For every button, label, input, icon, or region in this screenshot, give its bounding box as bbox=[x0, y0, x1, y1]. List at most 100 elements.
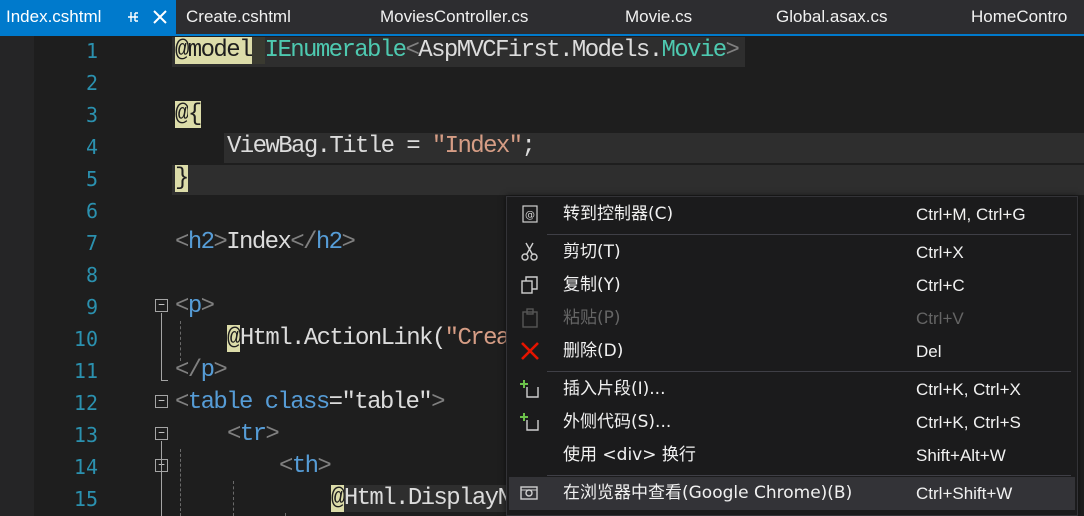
menu-separator bbox=[547, 371, 1071, 372]
delimiter: > bbox=[431, 389, 445, 416]
menu-item-label: 删除(D) bbox=[563, 341, 624, 361]
indent-guide bbox=[233, 481, 234, 516]
code-line-5: } bbox=[175, 163, 189, 195]
tab-label: HomeContro bbox=[971, 7, 1068, 26]
line-number: 3 bbox=[85, 103, 98, 127]
menu-item-shortcut: Ctrl+V bbox=[916, 309, 964, 328]
menu-separator bbox=[547, 475, 1071, 476]
surround-with-icon bbox=[519, 411, 541, 433]
menu-item-label: 剪切(T) bbox=[563, 242, 621, 262]
line-number: 10 bbox=[73, 327, 98, 351]
identifier: ViewBag.Title bbox=[227, 133, 395, 160]
indent-guide bbox=[180, 449, 181, 516]
tab-movie-cs[interactable]: Movie.cs bbox=[619, 0, 692, 34]
context-menu: @ 转到控制器(C) Ctrl+M, Ctrl+G 剪切(T) Ctrl+X 复… bbox=[506, 196, 1078, 516]
outline-line bbox=[161, 441, 162, 516]
delimiter: < bbox=[405, 37, 419, 64]
tab-create-cshtml[interactable]: Create.cshtml bbox=[180, 0, 291, 34]
line-number: 9 bbox=[85, 295, 98, 319]
method-call: Html.ActionLink( bbox=[239, 325, 446, 352]
menu-item-view-in-browser[interactable]: 在浏览器中查看(Google Chrome)(B) Ctrl+Shift+W bbox=[509, 477, 1075, 510]
pin-icon[interactable] bbox=[126, 0, 140, 34]
goto-controller-icon: @ bbox=[519, 203, 541, 225]
menu-item-cut[interactable]: 剪切(T) Ctrl+X bbox=[509, 236, 1075, 269]
line-number: 4 bbox=[85, 135, 98, 159]
menu-item-label: 转到控制器(C) bbox=[563, 204, 674, 224]
html-tag: h2 bbox=[187, 229, 215, 256]
tab-movies-controller[interactable]: MoviesController.cs bbox=[374, 0, 528, 34]
code-line-4: ViewBag.Title = "Index"; bbox=[227, 131, 536, 163]
paste-icon bbox=[519, 307, 541, 329]
razor-brace: { bbox=[187, 101, 202, 128]
svg-text:@: @ bbox=[525, 210, 535, 221]
menu-item-label: 复制(Y) bbox=[563, 275, 621, 295]
menu-item-label: 外侧代码(S)... bbox=[563, 412, 672, 432]
collapse-toggle[interactable]: − bbox=[155, 427, 168, 440]
text-content: Index bbox=[226, 229, 292, 256]
type-name: IEnumerable bbox=[264, 37, 407, 64]
html-tag: h2 bbox=[315, 229, 343, 256]
menu-item-shortcut: Ctrl+M, Ctrl+G bbox=[916, 205, 1026, 224]
delimiter: > bbox=[213, 357, 227, 384]
delimiter: < bbox=[227, 421, 241, 448]
tab-home-controller[interactable]: HomeContro bbox=[965, 0, 1067, 34]
html-tag: p bbox=[200, 357, 215, 384]
delimiter: > bbox=[213, 229, 227, 256]
close-icon[interactable] bbox=[152, 0, 168, 34]
menu-item-wrap-with-div[interactable]: 使用 <div> 换行 Shift+Alt+W bbox=[509, 439, 1075, 472]
tab-index-cshtml[interactable]: Index.cshtml bbox=[0, 0, 176, 34]
collapse-toggle[interactable]: − bbox=[155, 395, 168, 408]
razor-block-highlight bbox=[172, 165, 1084, 195]
delimiter: < bbox=[175, 229, 189, 256]
code-line-11: </p> bbox=[175, 355, 228, 387]
tab-global-asax[interactable]: Global.asax.cs bbox=[770, 0, 888, 34]
html-tag: p bbox=[187, 293, 202, 320]
copy-icon bbox=[519, 274, 541, 296]
tab-label: Movie.cs bbox=[625, 7, 693, 26]
razor-brace: } bbox=[175, 165, 189, 192]
method-call: Html.DisplayN bbox=[343, 485, 512, 512]
menu-item-label: 粘贴(P) bbox=[563, 308, 621, 328]
namespace: AspMVCFirst.Models. bbox=[418, 37, 663, 64]
code-line-15: @Html.DisplayN bbox=[331, 483, 512, 515]
indicator-margin bbox=[0, 36, 34, 516]
menu-item-insert-snippet[interactable]: 插入片段(I)... Ctrl+K, Ctrl+X bbox=[509, 373, 1075, 406]
delimiter: > bbox=[725, 37, 740, 64]
menu-item-shortcut: Ctrl+C bbox=[916, 276, 965, 295]
html-attribute: class bbox=[251, 389, 331, 416]
attribute-value: "table" bbox=[341, 389, 432, 416]
tab-label: Create.cshtml bbox=[186, 7, 291, 26]
delimiter: > bbox=[317, 453, 331, 480]
delimiter: < bbox=[175, 293, 189, 320]
string-literal: "Index" bbox=[431, 133, 523, 160]
semicolon: ; bbox=[521, 133, 535, 160]
menu-item-shortcut: Ctrl+X bbox=[916, 243, 964, 262]
line-number: 12 bbox=[73, 391, 98, 415]
delimiter: </ bbox=[175, 357, 202, 384]
menu-item-copy[interactable]: 复制(Y) Ctrl+C bbox=[509, 269, 1075, 302]
line-number: 2 bbox=[85, 71, 98, 95]
html-tag: th bbox=[291, 453, 319, 480]
menu-item-go-to-controller[interactable]: @ 转到控制器(C) Ctrl+M, Ctrl+G bbox=[509, 198, 1075, 231]
collapse-toggle[interactable]: − bbox=[155, 299, 168, 312]
delimiter: < bbox=[175, 389, 189, 416]
line-number: 7 bbox=[85, 231, 98, 255]
menu-item-shortcut: Ctrl+Shift+W bbox=[916, 484, 1013, 503]
tab-label: Global.asax.cs bbox=[776, 7, 888, 26]
code-line-10: @Html.ActionLink("Crea bbox=[227, 323, 510, 355]
outline-line bbox=[161, 313, 162, 381]
menu-item-shortcut: Ctrl+K, Ctrl+S bbox=[916, 413, 1021, 432]
razor-model-directive: @model bbox=[175, 37, 253, 64]
menu-item-surround-with[interactable]: 外侧代码(S)... Ctrl+K, Ctrl+S bbox=[509, 406, 1075, 439]
code-line-13: <tr> bbox=[227, 419, 280, 451]
html-tag: table bbox=[187, 389, 254, 416]
menu-separator bbox=[547, 234, 1071, 235]
menu-item-label: 在浏览器中查看(Google Chrome)(B) bbox=[563, 483, 853, 503]
menu-item-delete[interactable]: 删除(D) Del bbox=[509, 335, 1075, 368]
delimiter: </ bbox=[290, 229, 317, 256]
delimiter: < bbox=[279, 453, 293, 480]
code-line-14: <th> bbox=[279, 451, 332, 483]
tab-label: MoviesController.cs bbox=[380, 7, 529, 26]
code-line-7: <h2>Index</h2> bbox=[175, 227, 356, 259]
code-line-3: @{ bbox=[175, 99, 202, 131]
